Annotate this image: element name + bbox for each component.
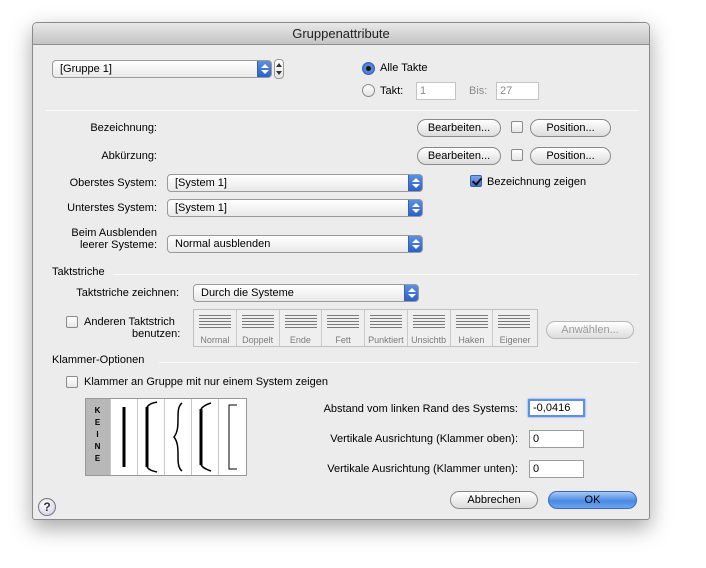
bracket-style-thin-square[interactable]	[219, 399, 246, 475]
measure-from-label: Takt:	[380, 85, 404, 97]
draw-barlines-label: Taktstriche zeichnen:	[76, 287, 179, 299]
separator	[45, 110, 639, 111]
bracket-offset-label: Abstand vom linken Rand des Systems:	[323, 403, 518, 415]
single-system-bracket-checkbox[interactable]	[66, 376, 78, 388]
barline-style-label: Unsichtb	[411, 335, 447, 345]
other-barline-label-1: Anderen Taktstrich	[84, 316, 175, 328]
popup-arrows-icon	[404, 285, 418, 301]
barline-style-label: Ende	[289, 335, 311, 345]
barline-custom-icon	[498, 315, 531, 330]
bottom-system-label: Unterstes System:	[67, 202, 157, 214]
curly-bracket-icon	[173, 402, 183, 472]
bracket-bottom-field[interactable]: 0	[529, 460, 584, 478]
window-title: Gruppenattribute	[33, 23, 649, 45]
piano-bracket-icon	[199, 402, 212, 472]
bottom-system-value: [System 1]	[175, 202, 227, 214]
separator	[113, 274, 639, 275]
bracket-bottom-label: Vertikale Ausrichtung (Klammer unten):	[327, 463, 518, 475]
hide-empty-popup[interactable]: Normal ausblenden	[167, 235, 423, 253]
name-position-checkbox[interactable]	[511, 121, 523, 133]
bracket-style-thick-line[interactable]	[111, 399, 138, 475]
edit-name-button[interactable]: Bearbeiten...	[417, 119, 501, 137]
barline-style-label: Normal	[200, 335, 230, 345]
measure-from-field[interactable]: 1	[416, 82, 456, 100]
cancel-button[interactable]: Abbrechen	[450, 491, 538, 509]
measure-to-field[interactable]: 27	[496, 82, 539, 100]
measure-range-radio[interactable]	[362, 84, 375, 97]
barline-style-normal[interactable]: Normal	[194, 310, 237, 346]
barline-tick-icon	[455, 315, 488, 330]
top-system-popup[interactable]: [System 1]	[167, 174, 423, 192]
barline-style-custom[interactable]: Eigener	[493, 310, 537, 346]
barline-invisible-icon	[412, 315, 445, 330]
draw-barlines-popup[interactable]: Durch die Systeme	[193, 284, 419, 302]
bracket-style-none[interactable]: KEINE	[86, 399, 111, 475]
barline-final-icon	[284, 315, 317, 330]
bracket-section-title: Klammer-Optionen	[52, 354, 145, 366]
barline-style-label: Fett	[335, 335, 351, 345]
barlines-section-title: Taktstriche	[52, 266, 105, 278]
help-button[interactable]: ?	[38, 498, 56, 516]
other-barline-checkbox[interactable]	[66, 316, 78, 328]
barline-style-label: Punktiert	[368, 335, 404, 345]
choose-barline-button[interactable]: Anwählen...	[546, 321, 634, 339]
thin-square-bracket-icon	[228, 404, 237, 470]
abbreviation-label: Abkürzung:	[101, 150, 157, 162]
name-position-button[interactable]: Position...	[530, 119, 611, 137]
popup-arrows-icon	[408, 236, 422, 252]
top-system-value: [System 1]	[175, 177, 227, 189]
ok-button[interactable]: OK	[548, 491, 637, 509]
single-system-bracket-label: Klammer an Gruppe mit nur einem System z…	[84, 376, 328, 388]
barline-style-tick[interactable]: Haken	[451, 310, 494, 346]
barline-normal-icon	[199, 315, 231, 330]
name-label: Bezeichnung:	[90, 122, 157, 134]
abbreviation-position-checkbox[interactable]	[511, 149, 523, 161]
popup-arrows-icon	[257, 61, 271, 77]
barline-style-thick[interactable]: Fett	[322, 310, 365, 346]
hide-empty-label-1: Beim Ausblenden	[71, 227, 157, 239]
bracket-offset-field[interactable]: -0,0416	[528, 399, 585, 417]
barline-style-label: Haken	[458, 335, 485, 345]
separator	[159, 362, 639, 363]
abbreviation-position-button[interactable]: Position...	[530, 147, 611, 165]
hide-empty-label-2: leerer Systeme:	[79, 239, 157, 251]
barline-style-dotted[interactable]: Punktiert	[365, 310, 408, 346]
popup-arrows-icon	[408, 175, 422, 191]
popup-arrows-icon	[408, 200, 422, 216]
barline-style-label: Doppelt	[242, 335, 274, 345]
draw-barlines-value: Durch die Systeme	[201, 287, 294, 299]
all-measures-label: Alle Takte	[380, 62, 428, 74]
top-system-label: Oberstes System:	[69, 177, 157, 189]
barline-style-final[interactable]: Ende	[280, 310, 323, 346]
measure-to-label: Bis:	[469, 85, 488, 97]
bracket-style-piano[interactable]	[192, 399, 219, 475]
barline-style-invisible[interactable]: Unsichtb	[408, 310, 451, 346]
bracket-style-palette: KEINE	[85, 398, 247, 476]
edit-abbreviation-button[interactable]: Bearbeiten...	[417, 147, 501, 165]
bottom-system-popup[interactable]: [System 1]	[167, 199, 423, 217]
bracket-style-curly[interactable]	[165, 399, 192, 475]
thick-line-bracket-icon	[122, 407, 126, 467]
barline-style-palette: Normal Doppelt Ende Fett Punktiert Unsic…	[193, 309, 538, 347]
bracket-style-square[interactable]	[138, 399, 165, 475]
bracket-top-label: Vertikale Ausrichtung (Klammer oben):	[330, 433, 518, 445]
group-popup[interactable]: [Gruppe 1]	[52, 60, 272, 78]
bracket-none-label: KEINE	[94, 406, 102, 463]
group-popup-value: [Gruppe 1]	[60, 63, 112, 75]
show-name-label: Bezeichnung zeigen	[487, 176, 587, 188]
show-name-checkbox[interactable]	[470, 175, 482, 187]
barline-thick-icon	[327, 315, 360, 330]
barline-style-double[interactable]: Doppelt	[237, 310, 280, 346]
dialog-window: Gruppenattribute [Gruppe 1] Alle Takte T…	[32, 22, 650, 520]
group-stepper[interactable]	[274, 59, 284, 79]
hide-empty-value: Normal ausblenden	[175, 238, 271, 250]
all-measures-radio[interactable]	[362, 62, 375, 75]
barline-dotted-icon	[370, 315, 402, 330]
barline-style-label: Eigener	[499, 335, 531, 345]
other-barline-label-2: benutzen:	[132, 328, 181, 340]
barline-double-icon	[241, 315, 274, 330]
bracket-top-field[interactable]: 0	[529, 430, 584, 448]
square-bracket-icon	[145, 401, 158, 473]
